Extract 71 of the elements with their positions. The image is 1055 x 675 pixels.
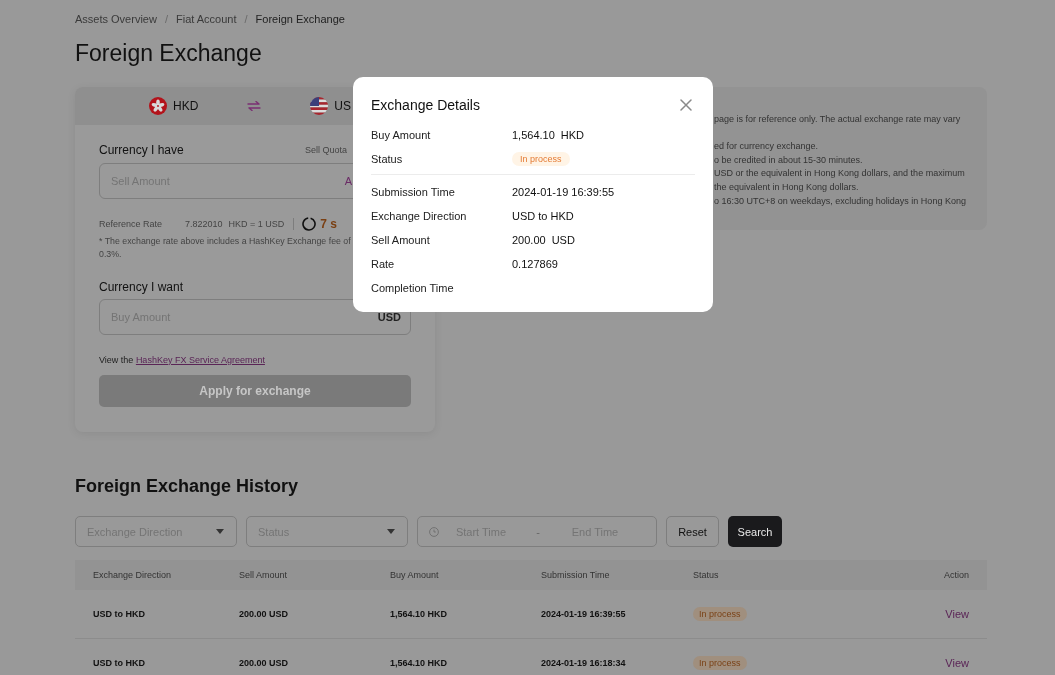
notice-text: o 16:30 UTC+8 on weekdays, excluding holidays in Hong Kong	[714, 194, 967, 208]
detail-label: Buy Amount	[371, 129, 432, 141]
status-badge: In process	[693, 656, 747, 670]
caret-icon	[216, 529, 224, 534]
table-cell-text: 200.00 USD	[239, 658, 290, 668]
table-cell-text: 2024-01-19 16:39:55	[541, 609, 627, 619]
currency-selector[interactable]: HKD	[149, 97, 199, 115]
clock-icon	[429, 526, 439, 537]
currency-suffix: USD	[377, 311, 401, 323]
reset-button[interactable]: Reset	[666, 516, 719, 547]
notice-text: ed for currency exchange.	[714, 140, 820, 154]
flag-icon	[310, 97, 329, 115]
currency-selector[interactable]: US	[310, 97, 351, 115]
countdown-text: 7 s	[320, 217, 337, 231]
swap-icon[interactable]	[247, 101, 262, 111]
table-cell-text: 1,564.10 HKD	[390, 658, 449, 668]
agreement-link[interactable]: HashKey FX Service Agreement	[135, 354, 265, 365]
detail-value: 2024-01-19 16:39:55	[512, 186, 615, 198]
table-cell-text: USD to HKD	[93, 609, 146, 619]
column-header: Action	[944, 570, 969, 580]
column-header: Buy Amount	[390, 570, 440, 580]
caret-icon	[387, 529, 395, 534]
column-header: Submission Time	[541, 570, 611, 580]
table-cell-text: 1,564.10 HKD	[390, 609, 449, 619]
table-cell-text: 2024-01-19 16:18:34	[541, 658, 627, 668]
flag-icon	[149, 97, 167, 115]
dialog-title: Exchange Details	[371, 97, 480, 113]
table-cell-text: 200.00 USD	[239, 609, 290, 619]
range-separator: -	[535, 525, 541, 538]
detail-label: Status	[371, 153, 404, 165]
countdown-ring-icon	[302, 217, 317, 231]
notice-text: USD or the equivalent in Hong Kong dollars, and the maximum	[714, 167, 966, 181]
field-action-link[interactable]: A	[344, 175, 352, 187]
breadcrumb-item: Foreign Exchange	[255, 13, 345, 25]
column-header: Status	[693, 570, 720, 580]
table-cell-text: USD to HKD	[93, 658, 146, 668]
agreement-note: View the HashKey FX Service Agreement	[99, 353, 266, 367]
column-header: Sell Amount	[239, 570, 289, 580]
amount-value: 1,564.10	[512, 129, 555, 141]
breadcrumb-item[interactable]: Fiat Account	[176, 13, 237, 25]
detail-label: Exchange Direction	[371, 210, 468, 222]
currency-code: HKD	[560, 129, 585, 141]
section-title: Foreign Exchange History	[75, 475, 300, 498]
breadcrumb-separator: /	[244, 13, 248, 25]
detail-label: Completion Time	[371, 282, 455, 294]
detail-value: USD to HKD	[512, 210, 574, 222]
breadcrumb-item[interactable]: Assets Overview	[75, 13, 157, 25]
search-button[interactable]: Search	[728, 516, 782, 547]
field-label: Currency I want	[99, 280, 184, 294]
notice-text: page is for reference only. The actual exchange rate may vary	[714, 113, 962, 126]
view-link[interactable]: View	[945, 608, 969, 620]
page-title: Foreign Exchange	[75, 39, 263, 67]
view-link[interactable]: View	[945, 657, 969, 669]
fee-note: * The exchange rate above includes a HashKey Exchange fee of 0.3%.	[99, 234, 352, 261]
rate-label: Reference Rate	[99, 219, 164, 229]
detail-label: Rate	[371, 258, 396, 270]
amount-value: 200.00	[512, 234, 546, 246]
detail-value: 0.127869	[512, 258, 558, 270]
column-header: Exchange Direction	[93, 570, 173, 580]
field-label: Currency I have	[99, 143, 184, 157]
rate-value: 7.822010	[185, 219, 223, 229]
rate-unit: HKD = 1 USD	[228, 219, 285, 229]
status-badge: In process	[693, 607, 747, 621]
currency-code: USD	[551, 234, 575, 246]
notice-text: o be credited in about 15-30 minutes.	[714, 153, 864, 167]
status-badge: In process	[512, 152, 570, 166]
quota-label: Sell Quota	[304, 145, 347, 155]
close-icon[interactable]	[680, 99, 692, 111]
notice-text: the equivalent in Hong Kong dollars.	[714, 180, 860, 194]
detail-label: Sell Amount	[371, 234, 431, 246]
breadcrumb-separator: /	[164, 13, 168, 25]
